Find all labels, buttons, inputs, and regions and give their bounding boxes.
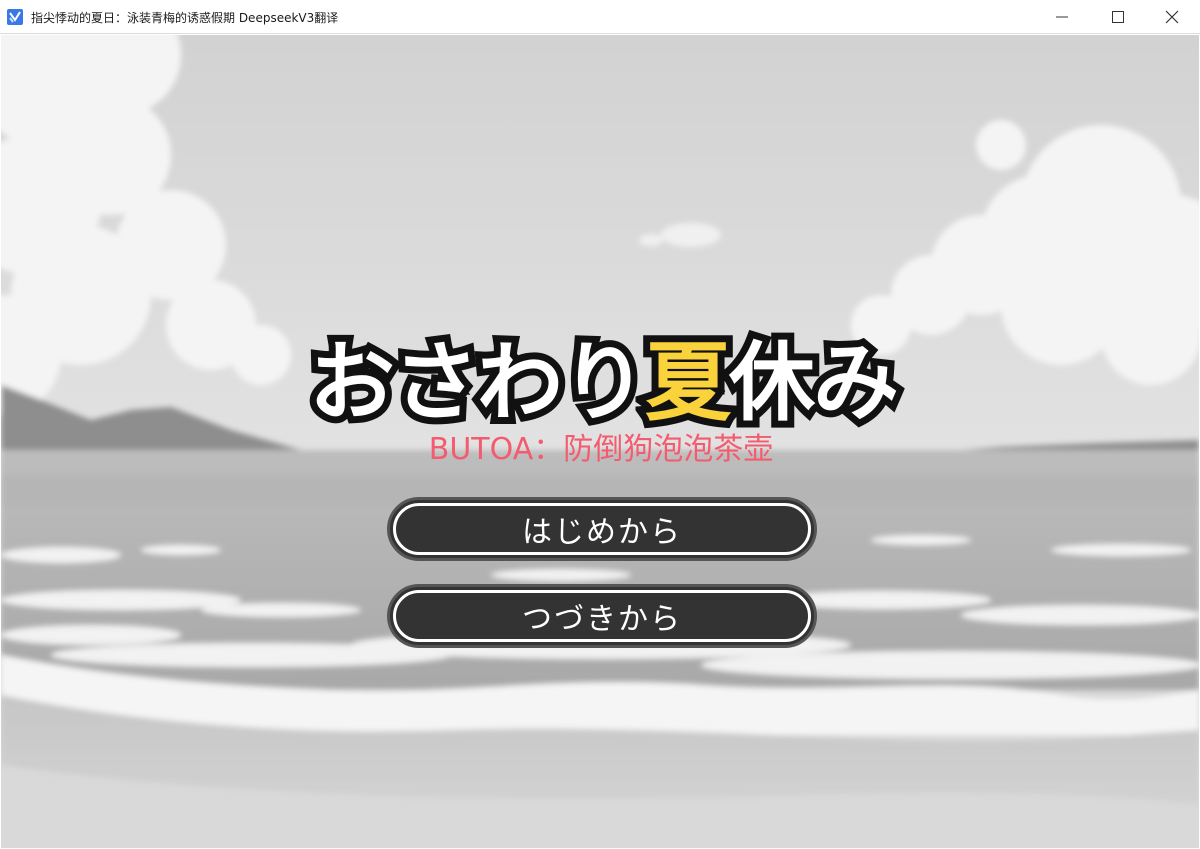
window-title: 指尖悸动的夏日：泳装青梅的诱惑假期 DeepseekV3翻译 (31, 11, 339, 25)
close-button[interactable] (1149, 0, 1195, 34)
maximize-icon (1112, 11, 1124, 23)
close-icon (1165, 10, 1179, 24)
app-icon (7, 9, 23, 25)
start-button[interactable]: はじめから (387, 497, 817, 561)
minimize-icon (1056, 16, 1068, 18)
continue-button-label: つづきから (522, 602, 682, 637)
maximize-button[interactable] (1095, 0, 1141, 34)
minimize-button[interactable] (1039, 0, 1085, 34)
logo-text-accent: 夏 (638, 326, 738, 440)
window-titlebar[interactable]: 指尖悸动的夏日：泳装青梅的诱惑假期 DeepseekV3翻译 (0, 0, 1200, 34)
translator-credit: BUTOA：防倒狗泡泡茶壶 (428, 432, 774, 467)
logo-text-part1: おさわり (302, 326, 654, 440)
continue-button[interactable]: つづきから (387, 584, 817, 648)
start-button-label: はじめから (522, 515, 682, 550)
logo-text-part2: 休み (722, 326, 906, 440)
game-viewport[interactable]: おさわり夏休み BUTOA：防倒狗泡泡茶壶 はじめから つづきから (1, 35, 1199, 848)
game-logo: おさわり夏休み (288, 323, 918, 443)
